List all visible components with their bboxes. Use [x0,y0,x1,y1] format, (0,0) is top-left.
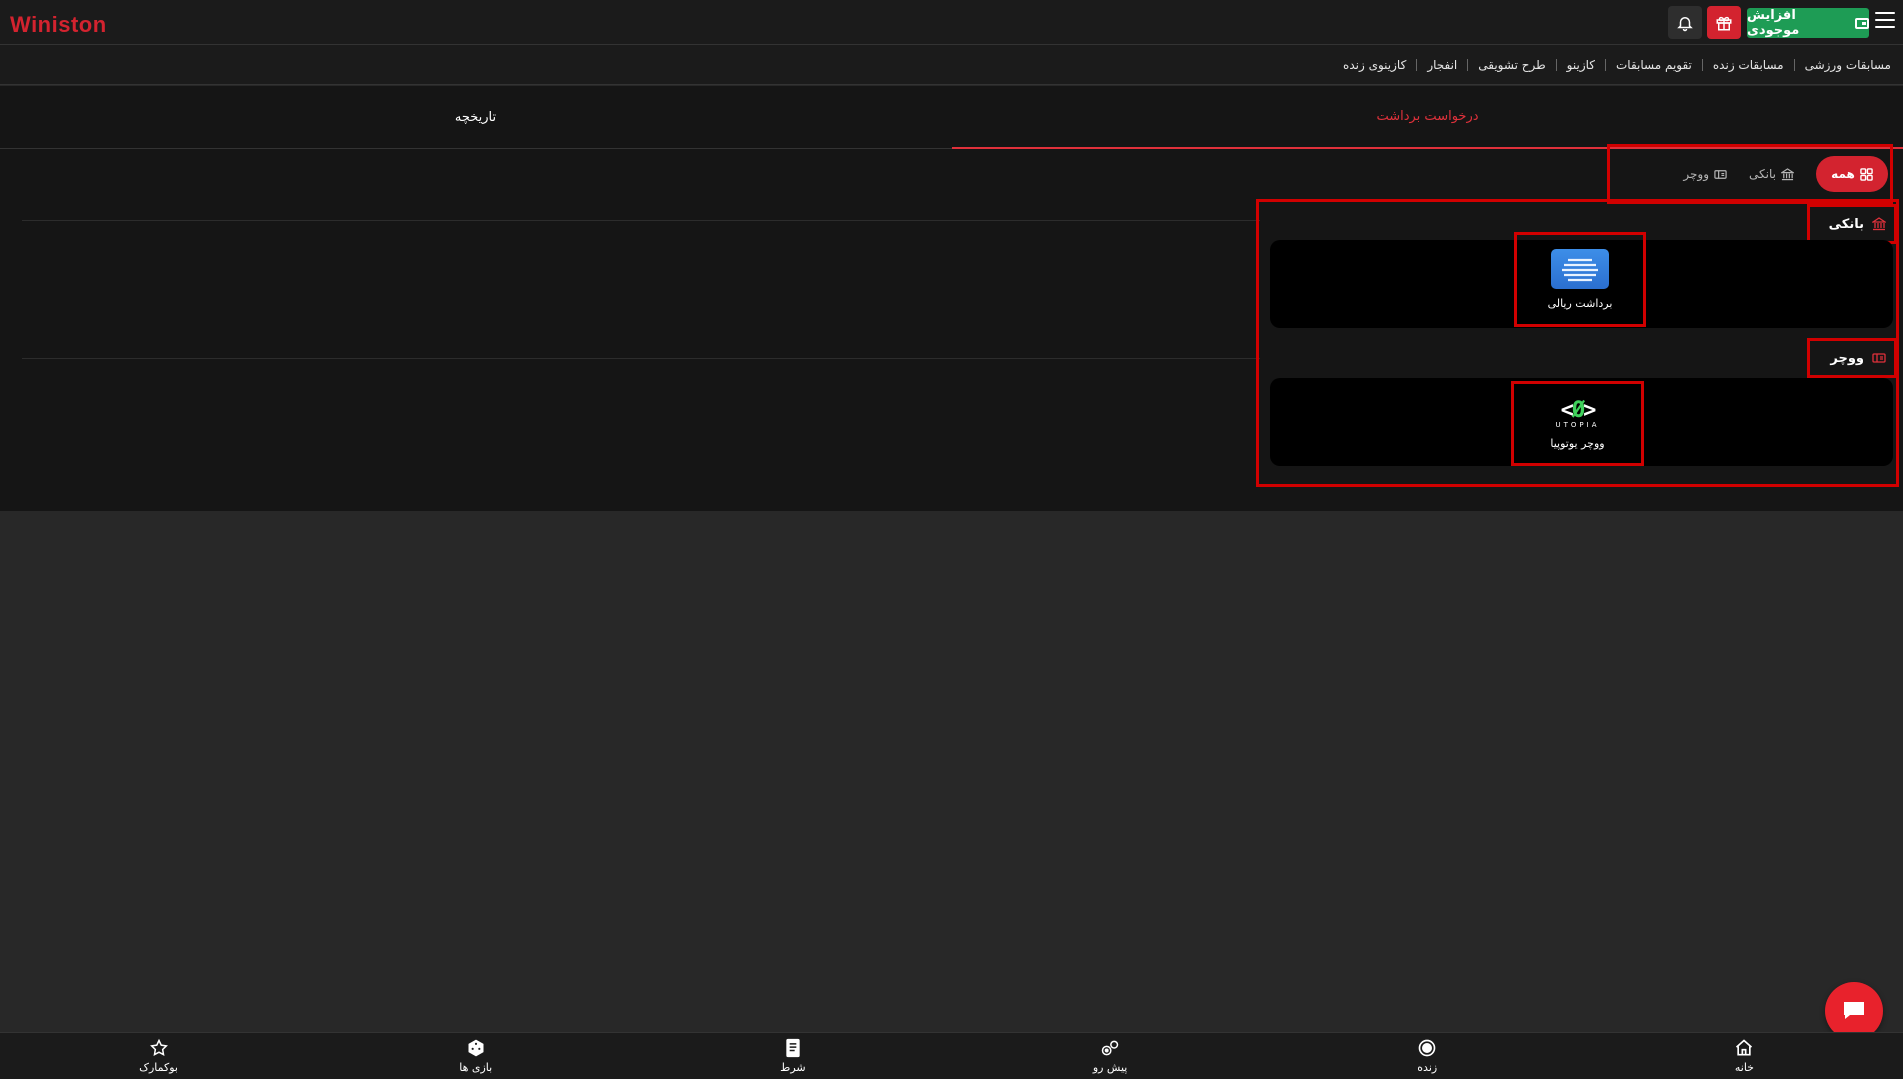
bottom-nav: خانه زنده پیش رو شرط بازی ها بوکمارک [0,1032,1903,1079]
utopia-mark: <Ø> [1560,397,1597,423]
nav-separator [1701,58,1703,71]
nav-crash[interactable]: انفجار [1427,58,1457,72]
ticket-icon [1714,169,1727,179]
main-nav: مسابقات ورزشی مسابقات زنده تقویم مسابقات… [0,45,1903,85]
section-voucher-header: ووچر [1807,338,1897,378]
section-bank-header: بانکی [1807,204,1897,244]
betslip-icon [786,1038,800,1058]
chat-icon [1844,1002,1864,1019]
method-rial-label: برداشت ریالی [1547,297,1613,310]
nav-live-casino[interactable]: کازینوی زنده [1343,58,1406,72]
filter-all[interactable]: همه [1816,156,1888,192]
bottom-nav-home[interactable]: خانه [1586,1033,1903,1079]
bottom-nav-live-label: زنده [1417,1061,1438,1074]
wallet-icon [1855,17,1869,29]
ticket-icon [1872,353,1886,363]
top-header: Winiston افزایش موجودی [0,0,1903,45]
divider [22,220,1260,221]
bank-icon [1781,167,1794,180]
gift-icon [1716,16,1732,30]
method-utopia-voucher[interactable]: <Ø> UTOPIA ووچر یوتوپیا [1511,381,1644,466]
divider [22,358,1260,359]
nav-promotions[interactable]: طرح تشویقی [1478,58,1545,72]
grid-icon [1860,167,1873,181]
filter-all-label: همه [1831,167,1855,181]
filter-bank-label: بانکی [1749,167,1776,181]
rial-logo [1551,249,1609,289]
bottom-nav-prematch[interactable]: پیش رو [951,1033,1268,1079]
deposit-label: افزایش موجودی [1747,8,1800,38]
winiston-logo[interactable]: Winiston [10,12,107,38]
bottom-nav-prematch-label: پیش رو [1092,1061,1128,1074]
method-utopia-label: ووچر یوتوپیا [1550,436,1605,450]
nav-separator [1467,58,1469,71]
nav-separator [1555,58,1557,71]
bell-icon [1677,16,1693,31]
menu-icon[interactable] [1875,12,1895,30]
nav-sports[interactable]: مسابقات ورزشی [1805,58,1891,72]
bottom-nav-live[interactable]: زنده [1269,1033,1586,1079]
withdraw-panel: درخواست برداشت تاریخچه همه بانکی ووچر با… [0,86,1903,511]
nav-casino[interactable]: کازینو [1567,58,1595,72]
bottom-nav-games-label: بازی ها [459,1061,493,1074]
method-rial-withdraw[interactable]: برداشت ریالی [1514,232,1646,327]
section-voucher-title: ووچر [1830,350,1864,366]
bottom-nav-bets[interactable]: شرط [634,1033,951,1079]
bank-icon [1872,217,1886,231]
live-icon [1418,1039,1436,1057]
bottom-nav-bets-label: شرط [780,1061,806,1074]
tab-withdraw-request[interactable]: درخواست برداشت [952,86,1903,149]
gift-button[interactable] [1707,6,1741,39]
nav-separator [1416,58,1418,71]
section-bank-title: بانکی [1828,216,1864,232]
sports-balls-icon [1101,1040,1119,1056]
method-filters: همه بانکی ووچر [1607,144,1893,204]
bottom-nav-games[interactable]: بازی ها [317,1033,634,1079]
dice-icon [468,1039,484,1057]
star-icon [149,1038,168,1056]
bottom-nav-home-label: خانه [1734,1061,1754,1074]
tabs: درخواست برداشت تاریخچه [0,86,1903,149]
bottom-nav-bookmarks-label: بوکمارک [139,1061,178,1074]
notifications-button[interactable] [1668,6,1702,39]
nav-separator [1604,58,1606,71]
filter-bank[interactable]: بانکی [1749,167,1794,181]
nav-separator [1793,58,1795,71]
filter-voucher-label: ووچر [1683,167,1710,181]
home-icon [1736,1039,1753,1056]
utopia-logo-text: UTOPIA [1555,420,1600,429]
bottom-nav-bookmarks[interactable]: بوکمارک [0,1033,317,1079]
tab-history[interactable]: تاریخچه [0,86,951,149]
utopia-logo: <Ø> UTOPIA [1556,398,1600,429]
nav-live-matches[interactable]: مسابقات زنده [1713,58,1784,72]
filter-voucher[interactable]: ووچر [1683,167,1727,181]
nav-calendar[interactable]: تقویم مسابقات [1616,58,1692,72]
deposit-button[interactable]: افزایش موجودی [1747,8,1869,38]
